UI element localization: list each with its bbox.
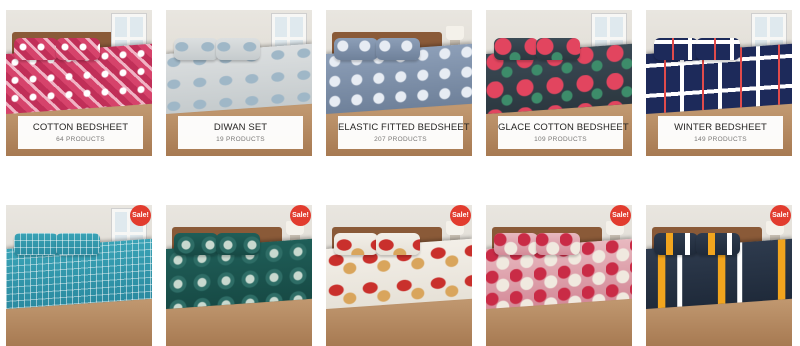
sale-badge: Sale!: [290, 205, 311, 226]
category-label[interactable]: GLACE COTTON BEDSHEET 109 PRODUCTS: [498, 116, 629, 149]
product-tile[interactable]: Sale!: [486, 205, 632, 346]
pillow: [216, 38, 260, 60]
category-title[interactable]: GLACE COTTON BEDSHEET: [498, 122, 629, 133]
pillow: [174, 233, 218, 255]
category-title[interactable]: COTTON BEDSHEET: [18, 122, 143, 133]
pillow: [14, 38, 58, 60]
pillow: [174, 38, 218, 60]
category-product-count: 149 PRODUCTS: [694, 136, 747, 143]
category-tile-elastic-fitted-bedsheet[interactable]: ELASTIC FITTED BEDSHEET 207 PRODUCTS: [326, 10, 472, 156]
category-label[interactable]: COTTON BEDSHEET 64 PRODUCTS: [18, 116, 143, 149]
pillow: [536, 38, 580, 60]
sale-badge: Sale!: [450, 205, 471, 226]
product-tile[interactable]: Sale!: [166, 205, 312, 346]
category-title[interactable]: ELASTIC FITTED BEDSHEET: [338, 122, 470, 133]
pillow: [696, 233, 740, 255]
category-title[interactable]: WINTER BEDSHEET: [658, 122, 783, 133]
category-product-count: 207 PRODUCTS: [374, 136, 427, 143]
product-tile[interactable]: Sale!: [6, 205, 152, 346]
sale-badge: Sale!: [770, 205, 791, 226]
pillow: [334, 233, 378, 255]
pillow: [216, 233, 260, 255]
pillow: [494, 38, 538, 60]
category-title[interactable]: DIWAN SET: [178, 122, 303, 133]
pillow: [56, 233, 100, 255]
pillow: [654, 38, 698, 60]
category-product-count: 19 PRODUCTS: [216, 136, 265, 143]
sale-badge: Sale!: [130, 205, 151, 226]
category-tile-glace-cotton-bedsheet[interactable]: GLACE COTTON BEDSHEET 109 PRODUCTS: [486, 10, 632, 156]
pillow: [654, 233, 698, 255]
category-tile-winter-bedsheet[interactable]: WINTER BEDSHEET 149 PRODUCTS: [646, 10, 792, 156]
pillow: [376, 38, 420, 60]
pillow: [376, 233, 420, 255]
pillow: [334, 38, 378, 60]
category-grid: COTTON BEDSHEET 64 PRODUCTS DIWAN SET 19…: [0, 0, 800, 346]
category-label[interactable]: WINTER BEDSHEET 149 PRODUCTS: [658, 116, 783, 149]
product-tile[interactable]: Sale!: [646, 205, 792, 346]
category-label[interactable]: DIWAN SET 19 PRODUCTS: [178, 116, 303, 149]
category-tile-diwan-set[interactable]: DIWAN SET 19 PRODUCTS: [166, 10, 312, 156]
pillow: [536, 233, 580, 255]
sale-badge: Sale!: [610, 205, 631, 226]
product-tile[interactable]: Sale!: [326, 205, 472, 346]
category-tile-cotton-bedsheet[interactable]: COTTON BEDSHEET 64 PRODUCTS: [6, 10, 152, 156]
pillow: [494, 233, 538, 255]
category-product-count: 64 PRODUCTS: [56, 136, 105, 143]
pillow: [56, 38, 100, 60]
pillow: [14, 233, 58, 255]
category-label[interactable]: ELASTIC FITTED BEDSHEET 207 PRODUCTS: [338, 116, 470, 149]
category-product-count: 109 PRODUCTS: [534, 136, 587, 143]
pillow: [696, 38, 740, 60]
